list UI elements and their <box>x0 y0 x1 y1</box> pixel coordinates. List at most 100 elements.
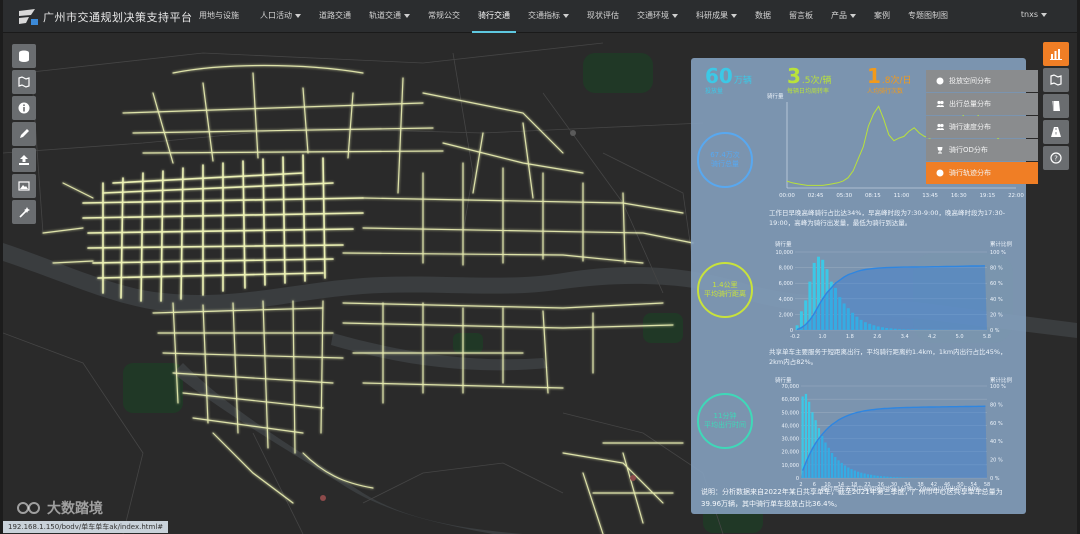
layer-menu-item-label: 投放空间分布 <box>949 77 991 85</box>
ring-total-trips: 67.4万次 骑行总量 <box>697 132 753 188</box>
description-distance: 共享单车主要服务于短距离出行，平均骑行距离约1.4km，1km内出行占比45%，… <box>769 348 1007 366</box>
nav-item-13[interactable]: 案例 <box>874 0 890 33</box>
chevron-down-icon <box>850 13 856 18</box>
x-tick-label: 16:30 <box>951 193 967 199</box>
ring-value: 11分钟 <box>713 412 737 420</box>
upload-icon <box>19 155 29 165</box>
chevron-down-icon <box>1041 12 1047 17</box>
left-tool-button-2[interactable] <box>12 96 36 120</box>
chevron-down-icon <box>295 13 301 18</box>
nav-item-4[interactable]: 常规公交 <box>428 0 460 33</box>
nav-item-label: 案例 <box>874 11 890 20</box>
ring-label: 骑行总量 <box>711 160 739 168</box>
left-tool-button-4[interactable] <box>12 148 36 172</box>
layer-menu-item-4[interactable]: 骑行轨迹分布 <box>926 162 1038 184</box>
kpi-unit: 万辆 <box>733 76 752 86</box>
ring-value: 1.4公里 <box>712 281 738 289</box>
ring-label: 平均出行时间 <box>704 421 746 429</box>
kpi-unit: .5次/辆 <box>801 76 832 86</box>
help-icon: ? <box>1050 152 1062 164</box>
nav-item-3[interactable]: 轨道交通 <box>369 0 410 33</box>
road-icon <box>1051 127 1061 137</box>
nav-item-label: 用地与设施 <box>199 11 239 20</box>
cumulative-area <box>801 406 987 478</box>
nav-item-10[interactable]: 数据 <box>755 0 771 33</box>
chart-time-distribution: 骑行量 累计比例 70,000 60,000 50,000 40,000 30,000 20,… <box>775 376 1013 486</box>
x-tick-label: 1.8 <box>846 334 854 338</box>
nav-item-0[interactable]: 用地与设施 <box>199 0 239 33</box>
bar <box>801 396 804 478</box>
user-name: tnxs <box>1020 10 1038 19</box>
nav-item-label: 轨道交通 <box>369 11 401 20</box>
x-tick-label: 22:00 <box>1008 193 1024 199</box>
nav-item-12[interactable]: 产品 <box>831 0 856 33</box>
y-tick-label: 40,000 <box>782 423 800 429</box>
y2-tick-label: 80 % <box>990 402 1003 408</box>
layer-menu-item-3[interactable]: 骑行OD分布 <box>926 139 1038 161</box>
nav-item-1[interactable]: 人口活动 <box>260 0 301 33</box>
watermark-logo-icon <box>17 502 40 514</box>
watermark: 大数踏境 <box>17 498 103 518</box>
right-tool-button-1[interactable] <box>1043 68 1069 92</box>
chevron-down-icon <box>563 13 569 18</box>
nav-item-label: 道路交通 <box>319 11 351 20</box>
trophy-icon <box>937 147 943 154</box>
right-tool-button-0[interactable] <box>1043 42 1069 66</box>
top-navigation: 广州市交通规划决策支持平台 用地与设施 人口活动 道路交通 轨道交通 常规公交 骑行交通 交… <box>3 0 1077 33</box>
pencil-icon <box>20 129 29 138</box>
nav-item-7[interactable]: 现状评估 <box>587 0 619 33</box>
y2-tick-label: 0 % <box>990 476 1000 482</box>
layer-menu-item-0[interactable]: 投放空间分布 <box>926 70 1038 92</box>
left-tool-button-6[interactable] <box>12 200 36 224</box>
nav-item-label: 数据 <box>755 11 771 20</box>
user-menu[interactable]: tnxs <box>1021 10 1047 19</box>
nav-item-2[interactable]: 道路交通 <box>319 0 351 33</box>
watermark-text: 大数踏境 <box>47 501 103 517</box>
ring-label: 平均骑行距离 <box>704 290 746 298</box>
x-tick-label: 19:15 <box>979 193 995 199</box>
image-icon <box>18 181 30 191</box>
nav-item-label: 交通环境 <box>637 11 669 20</box>
right-toolbar: ? <box>1043 42 1069 172</box>
left-tool-button-0[interactable] <box>12 44 36 68</box>
ring-average-distance: 1.4公里 平均骑行距离 <box>697 262 753 318</box>
nav-item-label: 专题图制图 <box>908 11 948 20</box>
logo-icon <box>19 9 38 25</box>
x-tick-label: 00:00 <box>779 193 795 199</box>
nav-item-8[interactable]: 交通环境 <box>637 0 678 33</box>
left-tool-button-3[interactable] <box>12 122 36 146</box>
right-tool-button-4[interactable]: ? <box>1043 146 1069 170</box>
nav-item-6[interactable]: 交通指标 <box>528 0 569 33</box>
nav-item-5[interactable]: 骑行交通 <box>472 0 516 33</box>
left-tool-button-5[interactable] <box>12 174 36 198</box>
status-url: 192.168.1.150/bodv/单车单车ak/index.html# <box>3 521 169 533</box>
ring-value: 67.4万次 <box>710 151 740 159</box>
y-tick-label: 70,000 <box>782 384 800 390</box>
layer-menu-item-1[interactable]: 出行总量分布 <box>926 93 1038 115</box>
nav-item-label: 交通指标 <box>528 11 560 20</box>
y-tick-label: 20,000 <box>782 450 800 456</box>
right-tool-button-2[interactable] <box>1043 94 1069 118</box>
x-tick-label: 1.0 <box>818 334 826 338</box>
kpi-0: 60万辆 投放量 <box>705 64 752 95</box>
y-tick-label: 10,000 <box>776 250 794 256</box>
y-axis-label: 骑行量 <box>775 240 792 248</box>
bar-chart-icon <box>1050 49 1062 60</box>
chart-distance-distribution: 骑行量 累计比例10,0008,0006,0004,0002,0000100 %8… <box>775 240 1012 338</box>
layer-menu-item-2[interactable]: 骑行速度分布 <box>926 116 1038 138</box>
kpi-value: 1 <box>867 64 881 88</box>
book-icon <box>1052 101 1060 111</box>
chevron-down-icon <box>404 13 410 18</box>
y-tick-label: 60,000 <box>782 397 800 403</box>
y-tick-label: 6,000 <box>779 281 793 287</box>
right-tool-button-3[interactable] <box>1043 120 1069 144</box>
x-tick-label: 4.2 <box>928 334 936 338</box>
layer-menu-item-label: 骑行速度分布 <box>949 123 991 131</box>
nav-item-14[interactable]: 专题图制图 <box>908 0 948 33</box>
nav-item-9[interactable]: 科研成果 <box>696 0 737 33</box>
x-tick-label: 5.0 <box>956 334 964 338</box>
nav-item-11[interactable]: 留言板 <box>789 0 813 33</box>
y-axis-label: 骑行量 <box>775 376 792 384</box>
left-tool-button-1[interactable] <box>12 70 36 94</box>
y2-axis-label: 累计比例 <box>990 376 1013 384</box>
